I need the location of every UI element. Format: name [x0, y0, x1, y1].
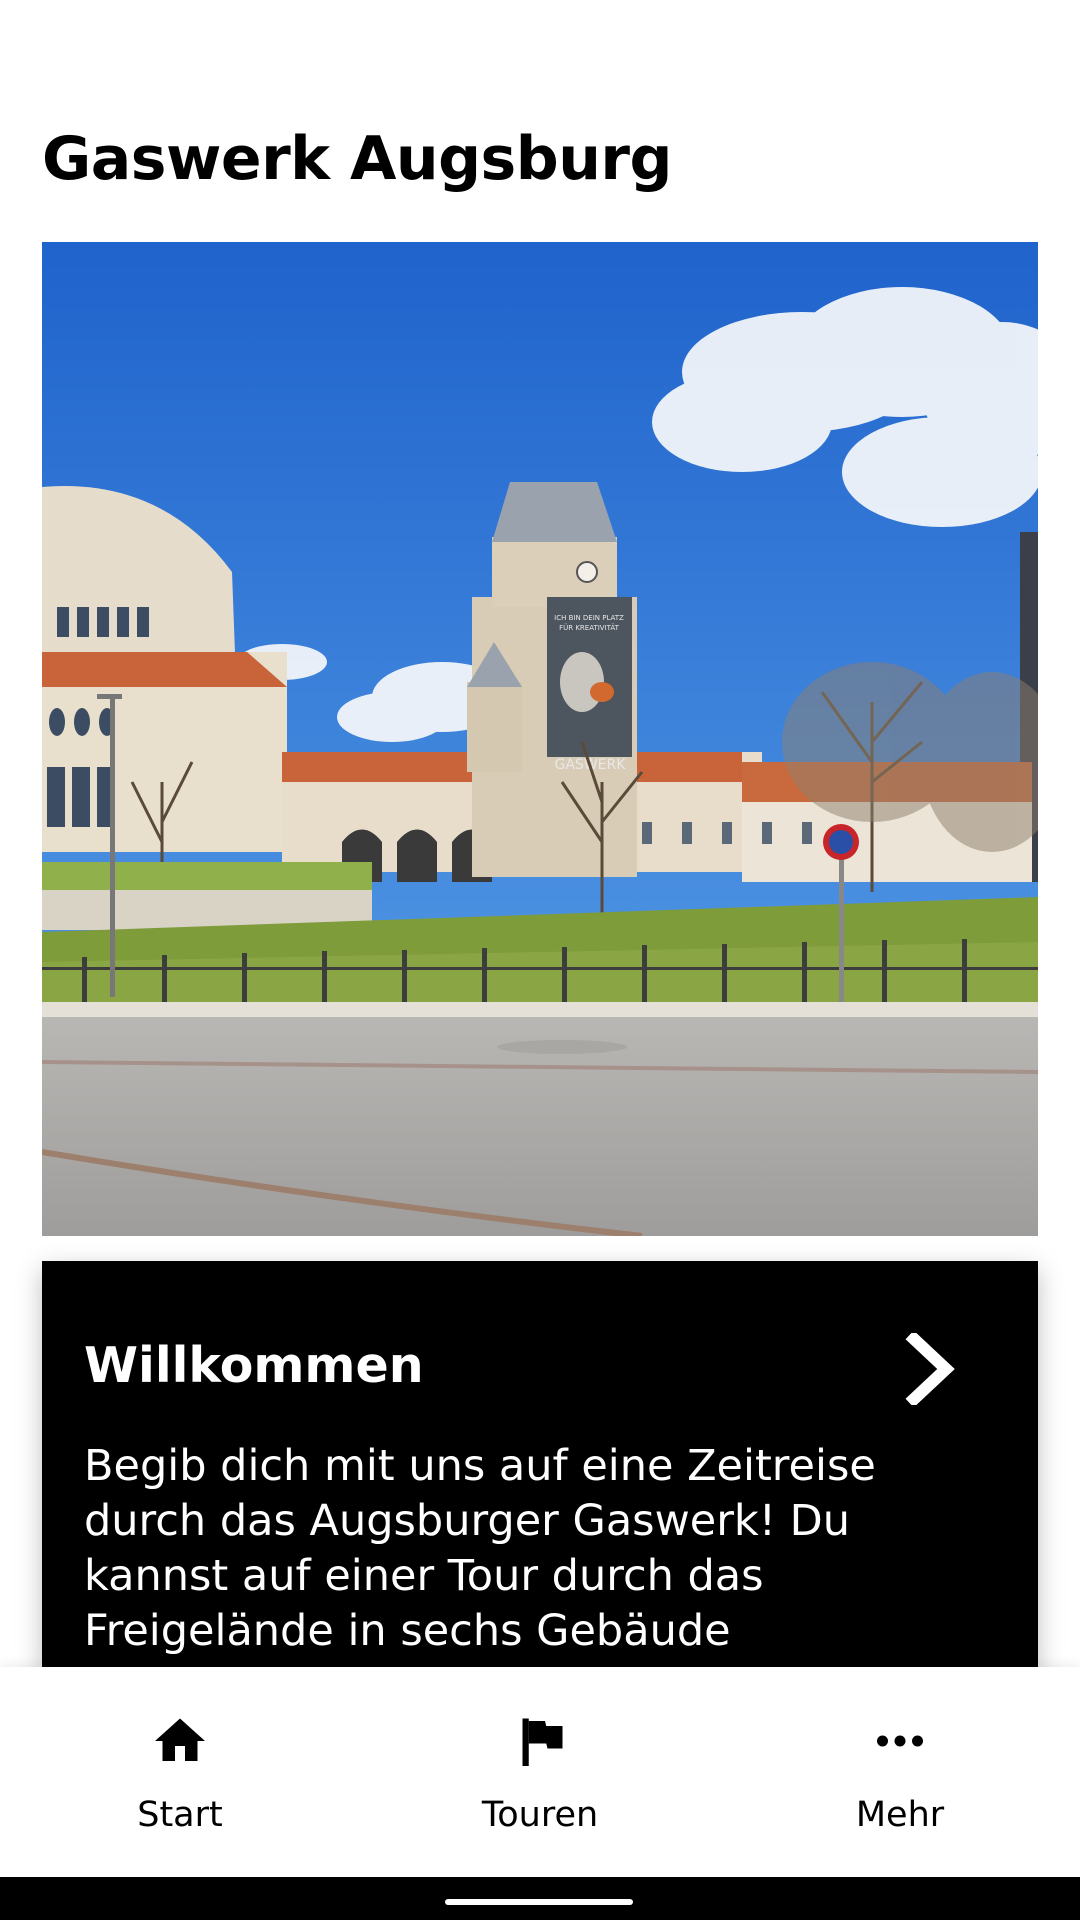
tower-banner-line2: FÜR KREATIVITÄT [559, 623, 620, 632]
hero-image: ICH BIN DEIN PLATZ FÜR KREATIVITÄT GASWE… [42, 242, 1038, 1236]
nav-label-touren: Touren [481, 1795, 599, 1835]
page-title: Gaswerk Augsburg [42, 124, 672, 194]
welcome-card-title: Willkommen [84, 1337, 424, 1394]
bottom-navigation: Start Touren Mehr [0, 1667, 1080, 1877]
home-indicator[interactable] [445, 1899, 633, 1905]
nav-item-start[interactable]: Start [0, 1667, 360, 1877]
tower-banner-line1: ICH BIN DEIN PLATZ [554, 614, 624, 622]
chevron-right-icon[interactable] [900, 1333, 960, 1405]
flag-icon [522, 1718, 563, 1766]
nav-label-start: Start [137, 1795, 223, 1835]
nav-item-touren[interactable]: Touren [360, 1667, 720, 1877]
gaswerk-building-photo: ICH BIN DEIN PLATZ FÜR KREATIVITÄT GASWE… [42, 242, 1038, 1236]
welcome-card[interactable]: Willkommen Begib dich mit uns auf eine Z… [42, 1261, 1038, 1711]
home-icon [155, 1718, 205, 1761]
nav-label-mehr: Mehr [855, 1795, 945, 1835]
more-horizontal-icon [877, 1735, 923, 1747]
nav-item-mehr[interactable]: Mehr [720, 1667, 1080, 1877]
